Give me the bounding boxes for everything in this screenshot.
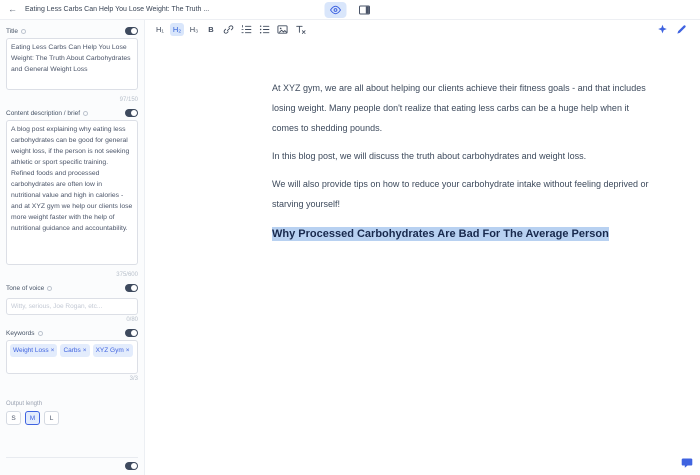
sparkle-icon: [657, 24, 668, 35]
link-button[interactable]: [221, 23, 236, 36]
info-icon: [47, 286, 52, 291]
selected-heading-text: Why Processed Carbohydrates Are Bad For …: [272, 227, 609, 241]
toggle-knob: [131, 330, 137, 336]
back-button[interactable]: ←: [8, 5, 17, 14]
image-icon: [277, 24, 288, 35]
brief-field-section: Content description / brief A blog post …: [6, 109, 138, 284]
title-char-count: 97/150: [6, 97, 138, 103]
brief-field-header: Content description / brief: [6, 109, 138, 117]
keywords-field-section: Keywords Weight Loss × Carbs × XYZ Gym: [6, 329, 138, 388]
paragraph: At XYZ gym, we are all about helping our…: [272, 78, 650, 138]
title-field-section: Title Eating Less Carbs Can Help You Los…: [6, 27, 138, 109]
keyword-chip: Weight Loss ×: [10, 344, 57, 357]
sidebar-layout-icon: [359, 4, 371, 16]
chip-remove-icon[interactable]: ×: [51, 346, 55, 355]
keywords-count: 3/3: [6, 376, 138, 382]
keyword-chip: Carbs ×: [60, 344, 89, 357]
title-field-header: Title: [6, 27, 138, 35]
heading3-button[interactable]: H₃: [187, 23, 201, 36]
sidebar-footer: [6, 457, 138, 470]
keyword-chip-label: Weight Loss: [13, 346, 49, 355]
chat-bubble-icon: [681, 457, 693, 469]
output-length-section: Output length S M L: [6, 388, 138, 425]
edit-mode-button[interactable]: [676, 24, 687, 35]
pencil-icon: [676, 24, 687, 35]
link-icon: [223, 24, 234, 35]
title-field-toggle[interactable]: [125, 27, 138, 35]
sidebar-footer-toggle[interactable]: [125, 462, 138, 470]
output-length-m-button[interactable]: M: [25, 411, 40, 425]
chip-remove-icon[interactable]: ×: [126, 346, 130, 355]
preview-eye-button[interactable]: [325, 2, 347, 18]
output-length-label: Output length: [6, 401, 138, 407]
paragraph: We will also provide tips on how to redu…: [272, 174, 650, 214]
bullet-list-button[interactable]: [257, 23, 272, 36]
info-icon: [21, 29, 26, 34]
toggle-knob: [131, 463, 137, 469]
toggle-knob: [131, 285, 137, 291]
view-mode-controls: [325, 0, 376, 19]
clear-formatting-icon: [295, 24, 306, 35]
editor-panel: H₁ H₂ H₃ B: [145, 20, 700, 475]
info-icon: [83, 111, 88, 116]
bullet-list-icon: [259, 24, 270, 35]
tone-field-toggle[interactable]: [125, 284, 138, 292]
bold-button[interactable]: B: [204, 23, 218, 36]
toggle-knob: [131, 28, 137, 34]
section-heading: Why Processed Carbohydrates Are Bad For …: [272, 228, 650, 240]
brief-field-toggle[interactable]: [125, 109, 138, 117]
keywords-field-toggle[interactable]: [125, 329, 138, 337]
keyword-chip-label: XYZ Gym: [96, 346, 124, 355]
document-title: Eating Less Carbs Can Help You Lose Weig…: [25, 6, 209, 13]
keyword-chip: XYZ Gym ×: [93, 344, 133, 357]
tone-field-section: Tone of voice 0/80: [6, 284, 138, 329]
tone-field-header: Tone of voice: [6, 284, 138, 292]
title-field-label: Title: [6, 28, 18, 35]
insert-image-button[interactable]: [275, 23, 290, 36]
ordered-list-button[interactable]: [239, 23, 254, 36]
keywords-field-header: Keywords: [6, 329, 138, 337]
clear-formatting-button[interactable]: [293, 23, 308, 36]
output-length-s-button[interactable]: S: [6, 411, 21, 425]
tone-field-label: Tone of voice: [6, 285, 44, 292]
paragraph: In this blog post, we will discuss the t…: [272, 146, 650, 166]
heading1-button[interactable]: H₁: [153, 23, 167, 36]
title-input[interactable]: Eating Less Carbs Can Help You Lose Weig…: [6, 38, 138, 90]
topbar: ← Eating Less Carbs Can Help You Lose We…: [0, 0, 700, 20]
app-body: Title Eating Less Carbs Can Help You Los…: [0, 20, 700, 475]
layout-panel-button[interactable]: [354, 2, 376, 18]
tone-input[interactable]: [6, 298, 138, 315]
keywords-input[interactable]: Weight Loss × Carbs × XYZ Gym ×: [6, 340, 138, 374]
help-chat-button[interactable]: [681, 457, 693, 469]
chip-remove-icon[interactable]: ×: [83, 346, 87, 355]
info-icon: [38, 331, 43, 336]
heading2-button[interactable]: H₂: [170, 23, 184, 36]
output-length-selector: S M L: [6, 411, 138, 425]
brief-input[interactable]: A blog post explaining why eating less c…: [6, 120, 138, 265]
formatting-toolbar: H₁ H₂ H₃ B: [145, 20, 700, 38]
ordered-list-icon: [241, 24, 252, 35]
brief-field-label: Content description / brief: [6, 110, 80, 117]
output-length-l-button[interactable]: L: [44, 411, 59, 425]
brief-char-count: 375/600: [6, 272, 138, 278]
ai-compose-button[interactable]: [657, 24, 668, 35]
keywords-field-label: Keywords: [6, 330, 35, 337]
app-window: ← Eating Less Carbs Can Help You Lose We…: [0, 0, 700, 475]
input-sidebar: Title Eating Less Carbs Can Help You Los…: [0, 20, 145, 475]
keyword-chip-label: Carbs: [63, 346, 80, 355]
eye-icon: [330, 4, 342, 16]
toggle-knob: [131, 110, 137, 116]
tone-char-count: 0/80: [6, 317, 138, 323]
document-body[interactable]: At XYZ gym, we are all about helping our…: [145, 38, 700, 240]
editor-actions: [657, 24, 692, 35]
